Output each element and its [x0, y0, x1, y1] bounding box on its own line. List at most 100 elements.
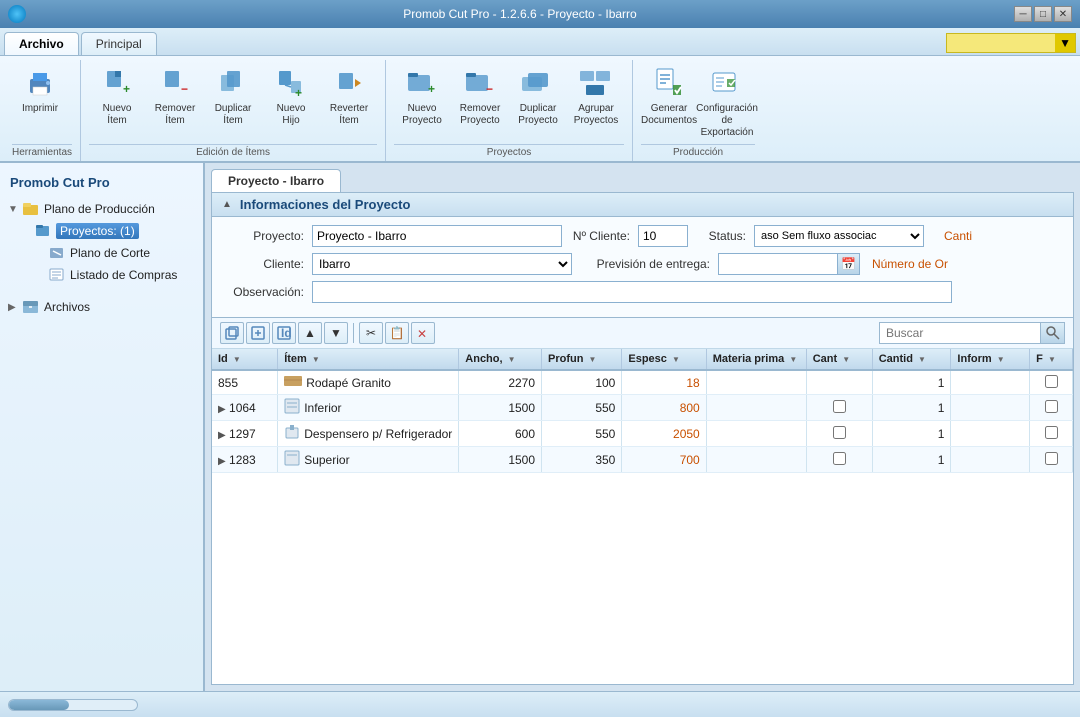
- horizontal-scrollbar[interactable]: [8, 699, 138, 711]
- checkbox-cant[interactable]: [833, 426, 846, 439]
- btn-nuevo-proyecto-label: NuevoProyecto: [402, 103, 441, 127]
- btn-nuevo-item-label: NuevoÍtem: [103, 103, 132, 127]
- content-tab-proyecto[interactable]: Proyecto - Ibarro: [211, 169, 341, 192]
- table-row[interactable]: ▶ 1297 Despensero p/ Refrigerador: [212, 421, 1073, 447]
- btn-table-edit[interactable]: Id: [272, 322, 296, 344]
- cell-cant[interactable]: [806, 421, 872, 447]
- cell-cantid: 1: [872, 370, 951, 395]
- btn-generar-docs[interactable]: GenerarDocumentos: [641, 60, 697, 130]
- svg-text:Id: Id: [281, 326, 292, 340]
- filter-espesc[interactable]: ▼: [672, 355, 680, 364]
- filter-inform[interactable]: ▼: [997, 355, 1005, 364]
- filter-materia[interactable]: ▼: [789, 355, 797, 364]
- filter-profun[interactable]: ▼: [589, 355, 597, 364]
- checkbox-f[interactable]: [1045, 375, 1058, 388]
- tree-item-plano-corte[interactable]: Plano de Corte: [4, 242, 199, 264]
- input-no-cliente[interactable]: [638, 225, 688, 247]
- cell-f[interactable]: [1030, 395, 1073, 421]
- cell-id: ▶ 1283: [212, 447, 278, 473]
- new-project-icon: +: [404, 65, 440, 101]
- btn-nuevo-item[interactable]: + NuevoÍtem: [89, 60, 145, 130]
- filter-item[interactable]: ▼: [312, 355, 320, 364]
- cell-espesc: 800: [622, 395, 706, 421]
- tree-item-proyectos[interactable]: Proyectos: (1): [4, 220, 199, 242]
- minimize-btn[interactable]: ─: [1014, 6, 1032, 22]
- cell-id: ▶ 1297: [212, 421, 278, 447]
- btn-agrupar-proyectos[interactable]: AgruparProyectos: [568, 60, 624, 130]
- table-search-input[interactable]: [880, 323, 1040, 343]
- checkbox-cant[interactable]: [833, 400, 846, 413]
- cell-f[interactable]: [1030, 370, 1073, 395]
- row-expand-icon[interactable]: ▶: [218, 430, 226, 441]
- btn-table-paste[interactable]: 📋: [385, 322, 409, 344]
- filter-cant[interactable]: ▼: [842, 355, 850, 364]
- col-cantid: Cantid ▼: [872, 349, 951, 370]
- input-observacion[interactable]: [312, 281, 952, 303]
- input-proyecto[interactable]: [312, 225, 562, 247]
- cell-item: Rodapé Granito: [278, 370, 459, 395]
- btn-table-copy[interactable]: [220, 322, 244, 344]
- ribbon-group-edicion: + NuevoÍtem − RemoverÍtem: [81, 60, 386, 161]
- btn-duplicar-proyecto[interactable]: DuplicarProyecto: [510, 60, 566, 130]
- table-search-btn[interactable]: [1040, 323, 1064, 343]
- svg-text:+: +: [428, 82, 435, 96]
- btn-remover-item[interactable]: − RemoverÍtem: [147, 60, 203, 130]
- close-btn[interactable]: ✕: [1054, 6, 1072, 22]
- tree-item-archivos[interactable]: ▶ Archivos: [4, 296, 199, 318]
- cell-ancho: 2270: [459, 370, 542, 395]
- section-header[interactable]: ▲ Informaciones del Proyecto: [212, 193, 1073, 217]
- select-status[interactable]: aso Sem fluxo associac: [754, 225, 924, 247]
- top-search-btn[interactable]: ▼: [1055, 34, 1075, 52]
- top-search-input[interactable]: [947, 37, 1055, 49]
- btn-remover-proyecto[interactable]: − RemoverProyecto: [452, 60, 508, 130]
- filter-id[interactable]: ▼: [233, 355, 241, 364]
- btn-table-down[interactable]: ▼: [324, 322, 348, 344]
- maximize-btn[interactable]: □: [1034, 6, 1052, 22]
- filter-cantid[interactable]: ▼: [918, 355, 926, 364]
- btn-table-up[interactable]: ▲: [298, 322, 322, 344]
- tab-archivo[interactable]: Archivo: [4, 32, 79, 55]
- table-row[interactable]: 855 Rodapé Granito 2270 100: [212, 370, 1073, 395]
- btn-reverter-item[interactable]: ReverterÍtem: [321, 60, 377, 130]
- btn-imprimir[interactable]: Imprimir: [12, 60, 68, 120]
- new-child-icon: +: [273, 65, 309, 101]
- row-expand-icon[interactable]: ▶: [218, 456, 226, 467]
- tree-label-plano-corte: Plano de Corte: [70, 246, 150, 260]
- cell-profun: 550: [542, 395, 622, 421]
- filter-f[interactable]: ▼: [1048, 355, 1056, 364]
- cell-f[interactable]: [1030, 447, 1073, 473]
- btn-table-add[interactable]: [246, 322, 270, 344]
- tree-item-plano-produccion[interactable]: ▼ Plano de Producción: [4, 198, 199, 220]
- remove-item-icon: −: [157, 65, 193, 101]
- checkbox-f[interactable]: [1045, 452, 1058, 465]
- window-controls[interactable]: ─ □ ✕: [1014, 6, 1072, 22]
- checkbox-cant[interactable]: [833, 452, 846, 465]
- table-row[interactable]: ▶ 1283 Superior 1500: [212, 447, 1073, 473]
- btn-nuevo-hijo[interactable]: + NuevoHijo: [263, 60, 319, 130]
- input-prevision[interactable]: [718, 253, 838, 275]
- date-picker-btn[interactable]: 📅: [838, 253, 860, 275]
- tab-principal[interactable]: Principal: [81, 32, 157, 55]
- cell-f[interactable]: [1030, 421, 1073, 447]
- main-panel: ▲ Informaciones del Proyecto Proyecto: N…: [211, 192, 1074, 685]
- btn-table-clear[interactable]: ✕: [411, 322, 435, 344]
- cell-cant[interactable]: [806, 395, 872, 421]
- row-expand-icon[interactable]: ▶: [218, 404, 226, 415]
- export-config-icon: [709, 65, 745, 101]
- filter-ancho[interactable]: ▼: [508, 355, 516, 364]
- checkbox-f[interactable]: [1045, 426, 1058, 439]
- btn-nuevo-proyecto[interactable]: + NuevoProyecto: [394, 60, 450, 130]
- btn-table-cut[interactable]: ✂: [359, 322, 383, 344]
- tree-item-listado[interactable]: Listado de Compras: [4, 264, 199, 286]
- cell-cant[interactable]: [806, 447, 872, 473]
- btn-remover-item-label: RemoverÍtem: [155, 103, 196, 127]
- select-cliente[interactable]: Ibarro: [312, 253, 572, 275]
- table-row[interactable]: ▶ 1064 Inferior 1500: [212, 395, 1073, 421]
- checkbox-f[interactable]: [1045, 400, 1058, 413]
- top-search-box[interactable]: ▼: [946, 33, 1076, 53]
- cell-inform: [951, 421, 1030, 447]
- btn-duplicar-item[interactable]: DuplicarÍtem: [205, 60, 261, 130]
- col-id: Id ▼: [212, 349, 278, 370]
- btn-export-config[interactable]: Configuraciónde Exportación: [699, 60, 755, 142]
- tree-arrow-archivos: ▶: [8, 302, 22, 313]
